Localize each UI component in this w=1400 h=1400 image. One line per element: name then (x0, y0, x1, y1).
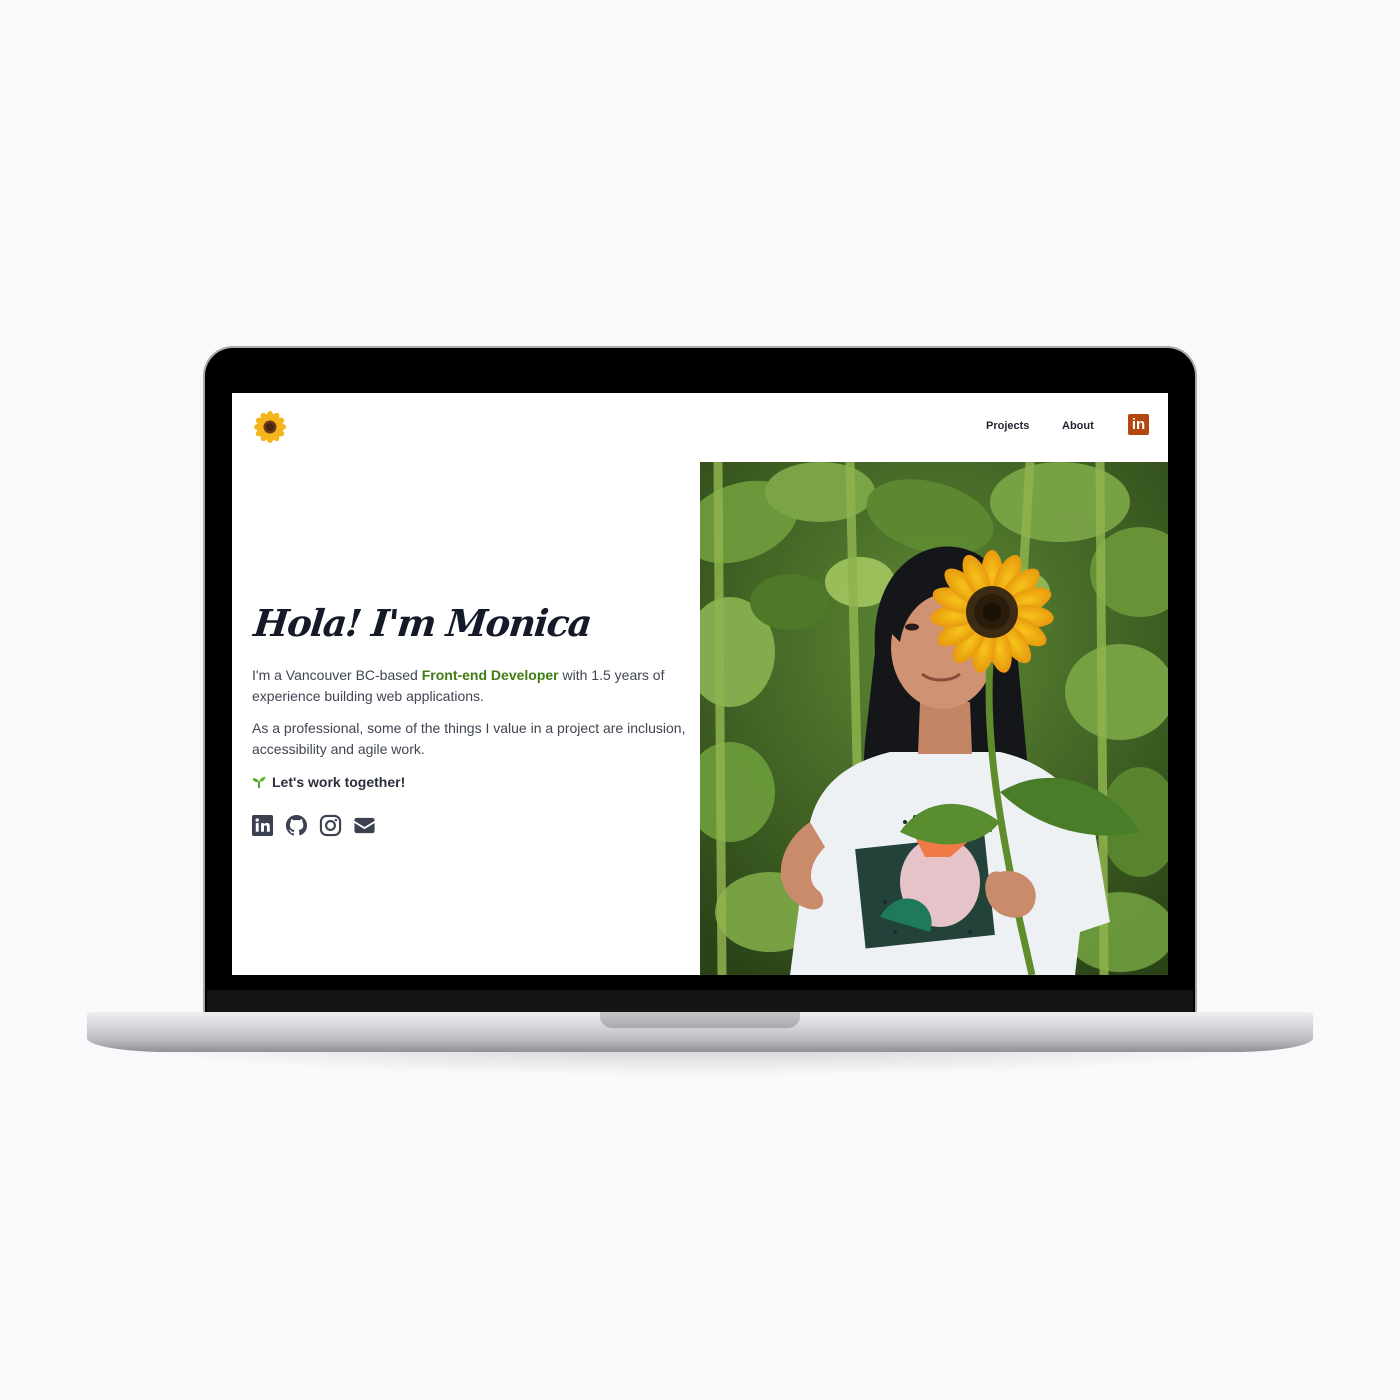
cta: Let's work together! (252, 774, 405, 790)
github-icon[interactable] (285, 814, 308, 837)
nav-link-about[interactable]: About (1062, 420, 1094, 432)
instagram-icon[interactable] (319, 814, 342, 837)
linkedin-icon[interactable]: in (1128, 414, 1149, 435)
intro-text: I'm a Vancouver BC-based (252, 667, 422, 683)
sunflower-icon[interactable] (254, 411, 286, 443)
email-icon[interactable] (353, 814, 376, 837)
profile-photo (700, 462, 1168, 975)
website-screen: Projects About in Hola! I'm Monica I'm a… (232, 393, 1168, 975)
role-highlight: Front-end Developer (421, 667, 559, 683)
social-links (251, 814, 376, 837)
nav-link-projects[interactable]: Projects (986, 420, 1029, 432)
seedling-icon (252, 776, 266, 788)
hero-values: As a professional, some of the things I … (252, 720, 686, 757)
hero-title: Hola! I'm Monica (251, 601, 593, 645)
linkedin-icon[interactable] (251, 814, 274, 837)
cta-text: Let's work together! (272, 774, 406, 790)
laptop-bezel (207, 990, 1193, 1014)
hero-intro: I'm a Vancouver BC-based Front-end Devel… (252, 665, 702, 707)
laptop-notch (600, 1012, 800, 1028)
